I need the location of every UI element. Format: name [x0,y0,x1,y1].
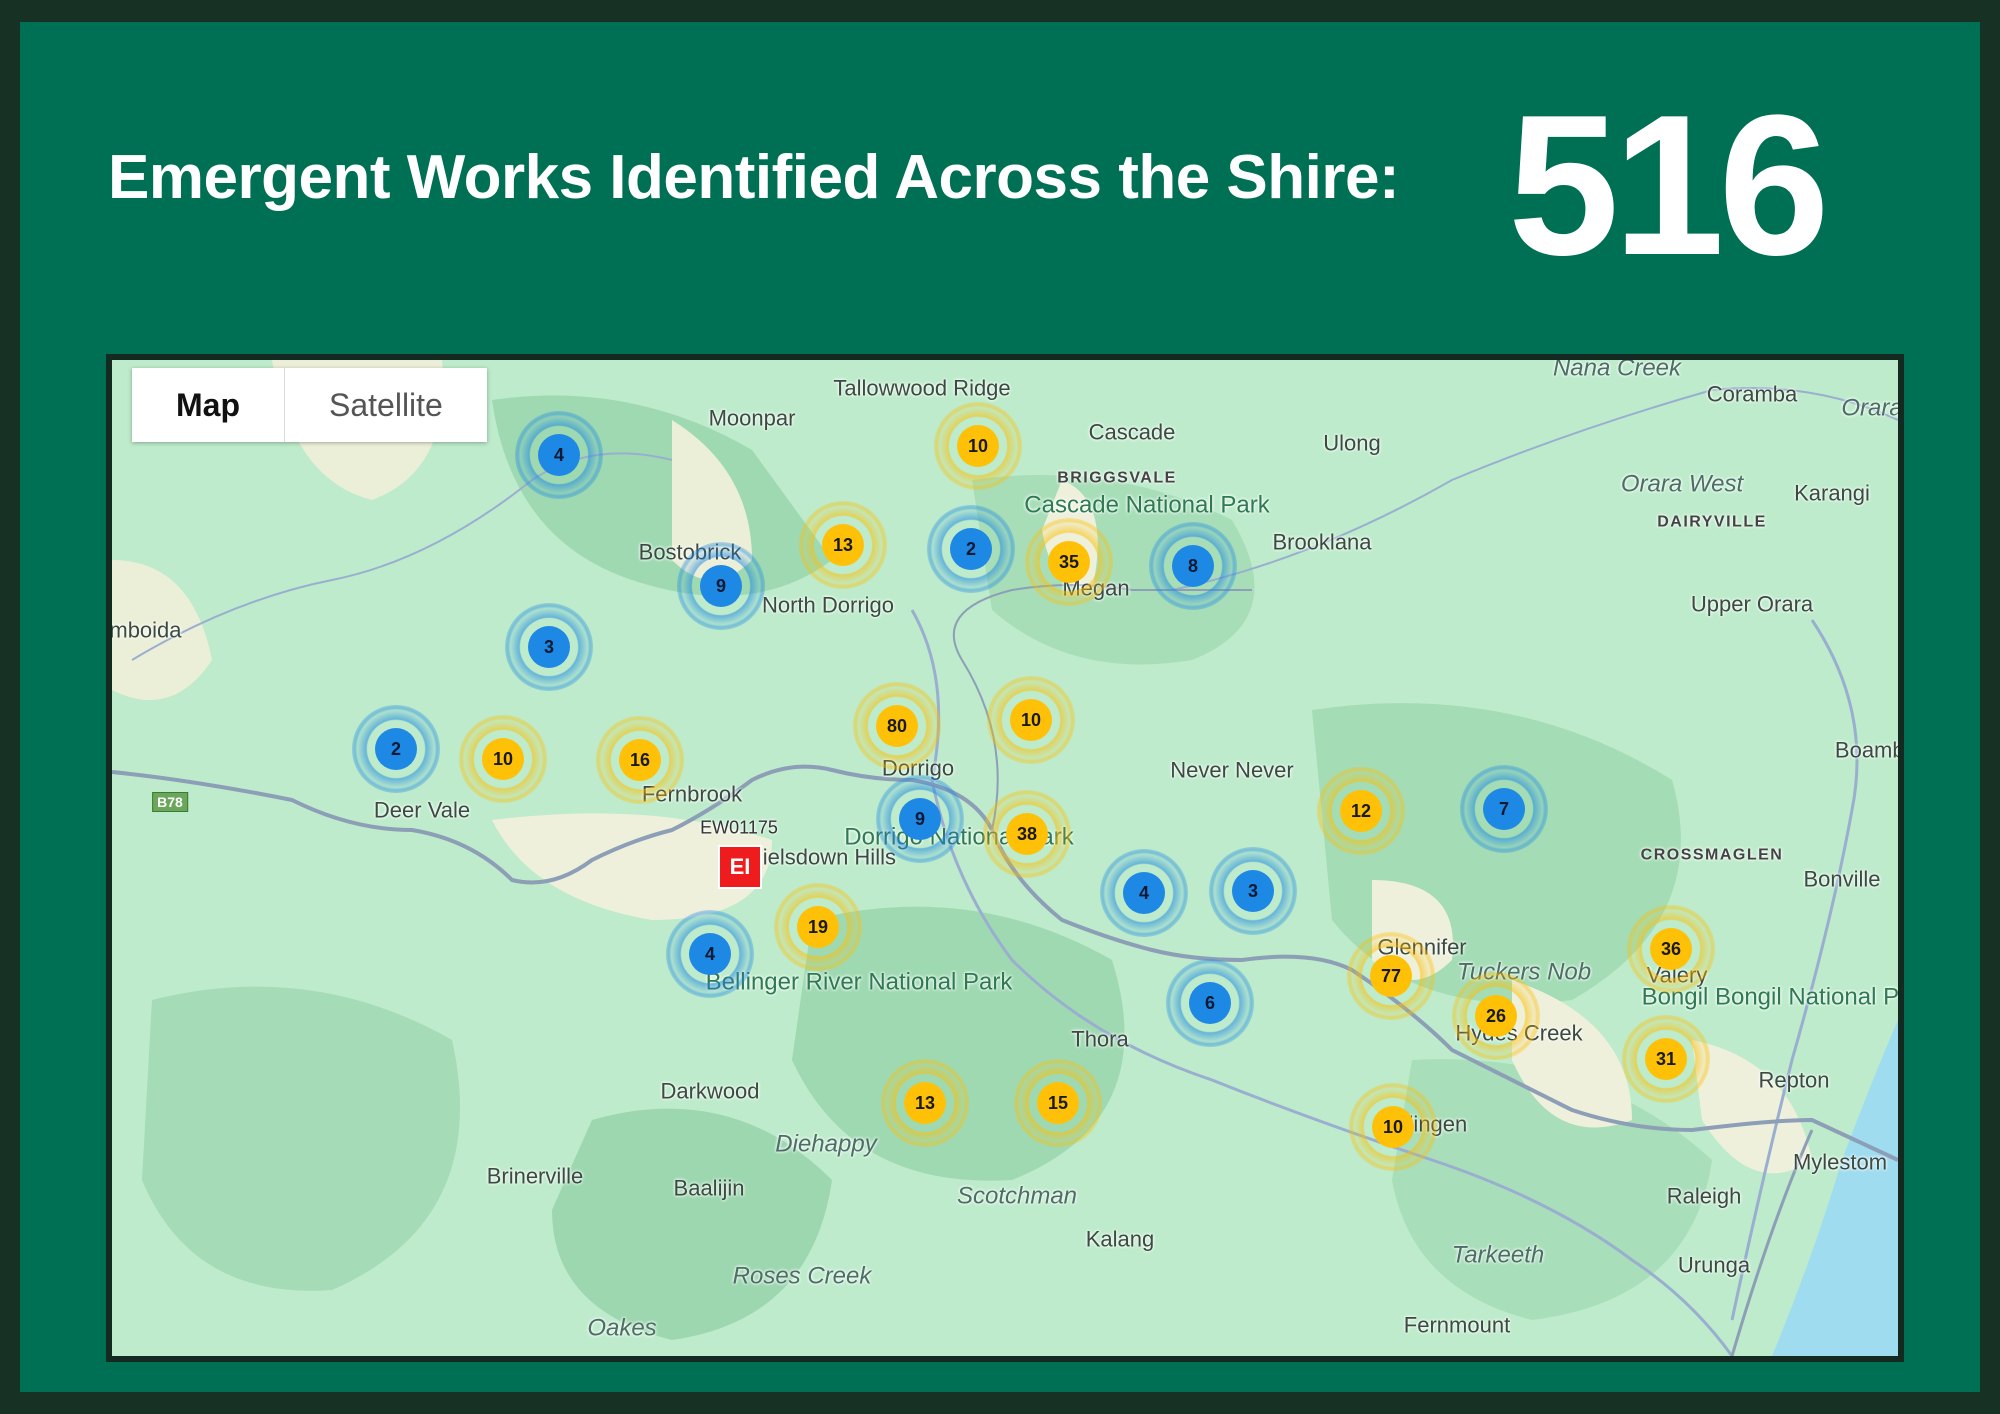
place-label: Repton [1758,1067,1830,1093]
cluster-count: 36 [1650,928,1692,970]
place-label: Orara [1841,394,1903,422]
cluster-count: 9 [700,565,742,607]
cluster-count: 12 [1340,790,1382,832]
cluster-count: 4 [689,933,731,975]
project-marker[interactable]: EI [718,845,762,889]
place-label: Never Never [1170,757,1294,783]
place-label: Tarkeeth [1451,1241,1545,1269]
place-label: DAIRYVILLE [1657,513,1767,531]
cluster-count: 4 [538,434,580,476]
cluster-count: 13 [904,1082,946,1124]
place-label: Coramba [1706,381,1798,407]
place-label: Moonpar [708,405,796,431]
place-label: Oakes [587,1314,657,1342]
map-type-map-button[interactable]: Map [132,368,285,442]
place-label: Bellinger River National Park [705,968,1013,996]
place-label: Kalang [1085,1226,1155,1252]
cluster-count: 3 [1232,870,1274,912]
place-label: Thora [1071,1026,1129,1052]
place-label: Cascade National Park [1024,491,1270,519]
place-label: Diehappy [775,1130,877,1158]
cluster-count: 35 [1048,541,1090,583]
map-type-control: Map Satellite [132,368,487,442]
cluster-count: 6 [1189,982,1231,1024]
cluster-count: 38 [1006,813,1048,855]
cluster-count: 19 [797,906,839,948]
place-label: Deer Vale [373,797,471,823]
cluster-count: 3 [528,626,570,668]
cluster-count: 7 [1483,788,1525,830]
map-type-satellite-button[interactable]: Satellite [285,368,487,442]
cluster-count: 10 [1372,1106,1414,1148]
place-label: Brinerville [486,1163,584,1189]
place-label: Baalijin [673,1175,745,1201]
cluster-count: 9 [899,798,941,840]
cluster-count: 26 [1475,995,1517,1037]
place-label: Nana Creek [1552,354,1682,382]
place-label: Tallowwood Ridge [833,375,1011,401]
place-label: Darkwood [660,1078,760,1104]
cluster-count: 15 [1037,1082,1079,1124]
place-label: Karangi [1794,480,1870,506]
place-label: CROSSMAGLEN [1640,846,1784,864]
cluster-count: 8 [1172,545,1214,587]
map-view[interactable]: Tallowwood Ridge Moonpar Cascade BRIGGSVALE… [106,354,1904,1362]
place-label: Orara West [1620,470,1744,498]
route-shield: B78 [152,792,188,812]
cluster-count: 16 [619,739,661,781]
cluster-count: 77 [1370,955,1412,997]
cluster-count: 4 [1123,872,1165,914]
cluster-count: 2 [375,728,417,770]
headline: Emergent Works Identified Across the Shi… [108,143,1400,212]
cluster-count: 10 [957,425,999,467]
cluster-count: 31 [1645,1038,1687,1080]
place-label: Nymboida [109,617,182,643]
project-code-label: EW01175 [700,817,778,838]
cluster-count: 2 [950,528,992,570]
place-label: Upper Orara [1690,591,1814,617]
place-label: Bonville [1803,866,1881,892]
place-label: Mylestom [1792,1149,1888,1175]
place-label: BRIGGSVALE [1057,469,1177,487]
cluster-count: 80 [876,705,918,747]
cluster-count: 10 [482,738,524,780]
place-label: Raleigh [1666,1183,1742,1209]
place-label: Ulong [1323,430,1381,456]
cluster-count: 13 [822,524,864,566]
place-label: North Dorrigo [761,592,895,618]
place-label: Cascade [1088,419,1176,445]
place-label: Scotchman [956,1182,1078,1210]
place-label: Brooklana [1272,529,1372,555]
place-label: Urunga [1677,1252,1751,1278]
place-label: Boambee [1834,737,1904,763]
cluster-count: 10 [1010,699,1052,741]
place-label: Fernmount [1403,1312,1511,1338]
total-count: 516 [1508,74,1830,297]
place-label: Roses Creek [732,1262,872,1290]
